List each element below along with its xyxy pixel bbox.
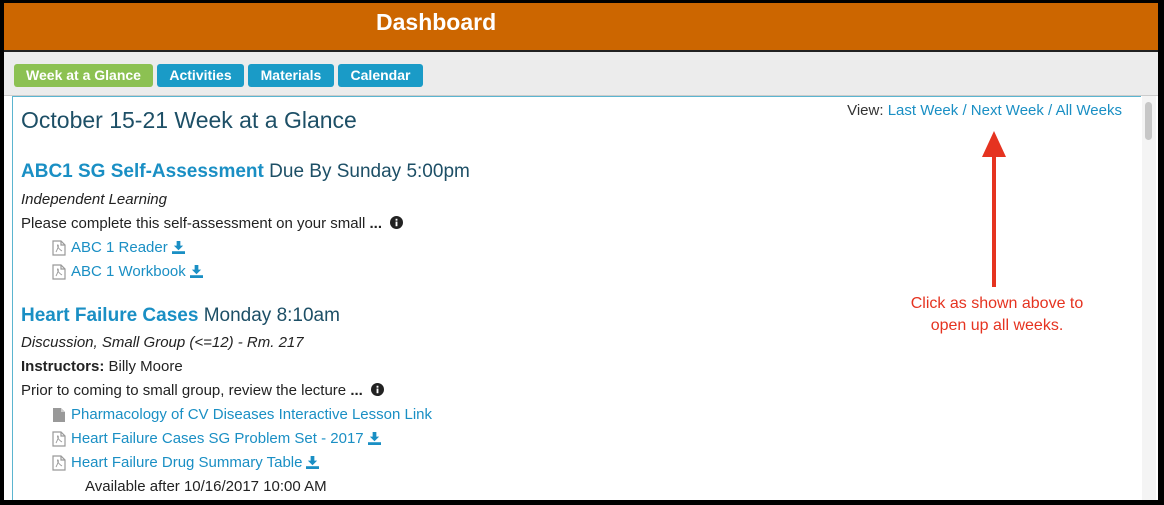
next-week-link[interactable]: Next Week	[971, 102, 1044, 119]
scrollbar[interactable]	[1142, 96, 1156, 500]
download-icon[interactable]	[306, 456, 320, 469]
instructors-label: Instructors:	[21, 358, 105, 375]
event-description-text: Prior to coming to small group, review t…	[21, 382, 347, 399]
page-header-title: Dashboard	[376, 9, 497, 35]
document-icon	[53, 407, 65, 422]
tab-materials[interactable]: Materials	[248, 64, 334, 87]
availability-note: Available after 10/16/2017 10:00 AM	[85, 478, 327, 495]
last-week-link[interactable]: Last Week	[888, 102, 959, 119]
event-description: Please complete this self-assessment on …	[21, 215, 404, 232]
event-name-link[interactable]: ABC1 SG Self-Assessment	[21, 161, 264, 182]
instructors-value: Billy Moore	[108, 358, 183, 375]
pdf-icon	[52, 454, 66, 471]
resource-label[interactable]: Pharmacology of CV Diseases Interactive …	[71, 406, 432, 423]
resource-link[interactable]: ABC 1 Workbook	[52, 263, 203, 280]
event-instructors: Instructors: Billy Moore	[21, 358, 183, 375]
annotation-line: Click as shown above to	[910, 295, 1084, 312]
header-bar: Dashboard	[4, 3, 1158, 52]
pdf-icon	[52, 239, 66, 256]
event-title: Heart Failure Cases Monday 8:10am	[21, 305, 340, 327]
download-icon[interactable]	[367, 432, 381, 445]
tab-week-at-a-glance[interactable]: Week at a Glance	[14, 64, 153, 87]
download-icon[interactable]	[189, 265, 203, 278]
page-title: October 15-21 Week at a Glance	[21, 107, 357, 133]
resource-link[interactable]: Heart Failure Cases SG Problem Set - 201…	[52, 430, 381, 447]
download-icon[interactable]	[171, 241, 185, 254]
resource-link[interactable]: ABC 1 Reader	[52, 239, 185, 256]
annotation-callout: Click as shown above to open up all week…	[872, 293, 1122, 337]
view-label: View:	[847, 102, 884, 119]
annotation-arrow-icon	[982, 131, 1006, 287]
expand-ellipsis[interactable]: ...	[350, 382, 363, 399]
event-type: Independent Learning	[21, 191, 167, 208]
tab-activities[interactable]: Activities	[157, 64, 244, 87]
tab-bar: Week at a Glance Activities Materials Ca…	[4, 52, 1158, 96]
event-name-link[interactable]: Heart Failure Cases	[21, 305, 198, 326]
all-weeks-link[interactable]: All Weeks	[1056, 102, 1122, 119]
event-description: Prior to coming to small group, review t…	[21, 382, 384, 399]
info-icon[interactable]	[371, 383, 384, 396]
event-title: ABC1 SG Self-Assessment Due By Sunday 5:…	[21, 161, 470, 183]
annotation-line: open up all weeks.	[930, 317, 1064, 334]
event-when: Due By Sunday 5:00pm	[269, 161, 470, 182]
tab-calendar[interactable]: Calendar	[338, 64, 423, 87]
resource-label[interactable]: Heart Failure Drug Summary Table	[71, 454, 302, 471]
event-when: Monday 8:10am	[203, 305, 340, 326]
info-icon[interactable]	[390, 216, 404, 229]
view-navigation: View: Last Week / Next Week / All Weeks	[847, 102, 1122, 119]
dashboard-window: Dashboard Week at a Glance Activities Ma…	[4, 3, 1158, 500]
resource-label[interactable]: ABC 1 Workbook	[71, 263, 186, 280]
resource-link[interactable]: Heart Failure Drug Summary Table	[52, 454, 320, 471]
resource-link[interactable]: Pharmacology of CV Diseases Interactive …	[52, 406, 432, 423]
pdf-icon	[52, 263, 66, 280]
event-description-text: Please complete this self-assessment on …	[21, 215, 366, 232]
scrollbar-thumb[interactable]	[1145, 102, 1152, 140]
pdf-icon	[52, 430, 66, 447]
event-type: Discussion, Small Group (<=12) - Rm. 217	[21, 334, 304, 351]
view-separator: /	[1043, 102, 1056, 119]
resource-label[interactable]: ABC 1 Reader	[71, 239, 168, 256]
view-separator: /	[958, 102, 971, 119]
expand-ellipsis[interactable]: ...	[369, 215, 382, 232]
resource-label[interactable]: Heart Failure Cases SG Problem Set - 201…	[71, 430, 364, 447]
